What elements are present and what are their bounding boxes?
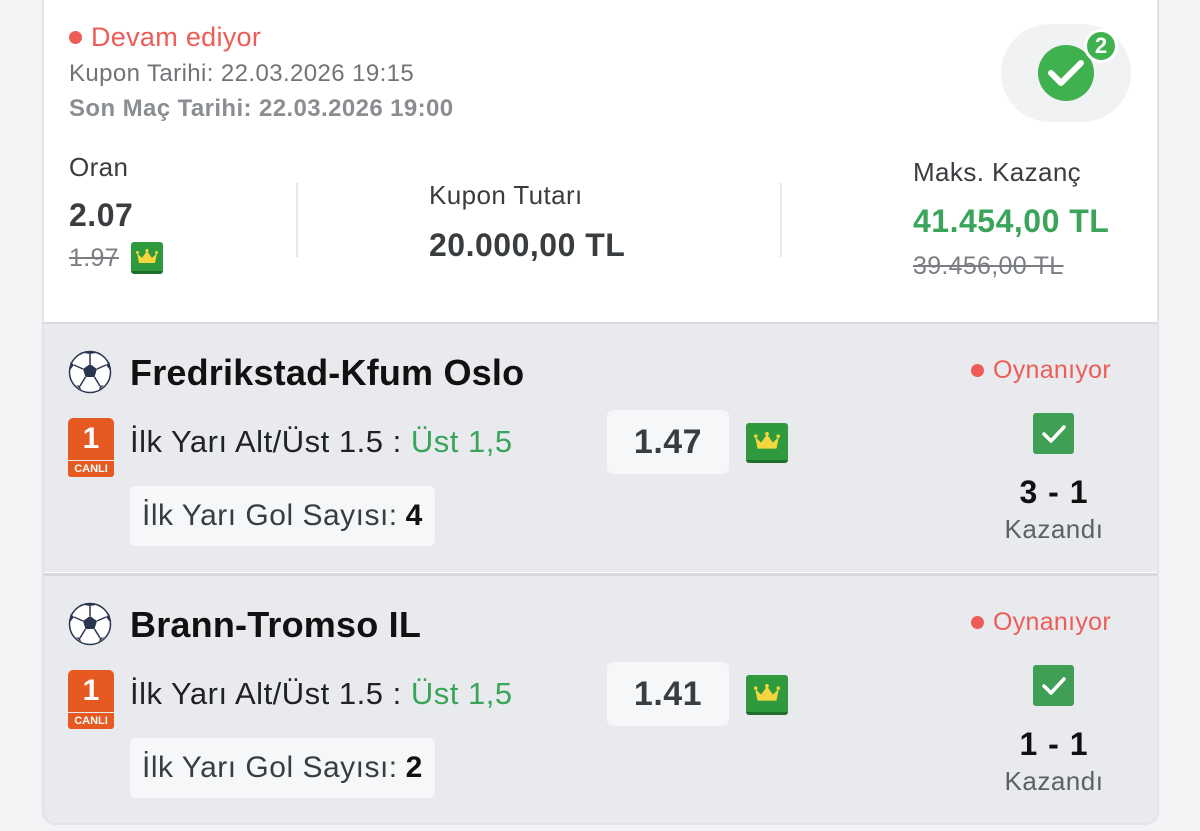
coupon-card: Devam ediyor Kupon Tarihi: 22.03.2026 19… [42, 0, 1159, 825]
info-value: 4 [405, 499, 423, 532]
divider [296, 183, 298, 257]
market-name: İlk Yarı Alt/Üst 1.5 : [130, 676, 402, 711]
match-status: Oynanıyor [970, 356, 1111, 385]
coupon-status-text: Devam ediyor [91, 22, 262, 52]
max-win-value: 41.454,00 TL [913, 203, 1110, 239]
max-win-old-value: 39.456,00 TL [913, 252, 1064, 280]
market-pick: Üst 1,5 [410, 424, 513, 459]
checkbox-checked-icon [1033, 665, 1074, 706]
match-teams: Fredrikstad-Kfum Oslo [130, 352, 525, 393]
info-label: İlk Yarı Gol Sayısı: [142, 751, 398, 784]
market-name: İlk Yarı Alt/Üst 1.5 : [130, 424, 402, 459]
checkmark-icon: 2 [1038, 29, 1118, 101]
badge-count: 2 [1084, 29, 1118, 63]
live-number: 1 [68, 670, 114, 712]
amount-value: 20.000,00 TL [429, 227, 626, 263]
crown-icon [746, 423, 788, 463]
status-dot-icon [970, 616, 984, 629]
crown-icon [746, 675, 788, 715]
amount-stat: Kupon Tutarı 20.000,00 TL [429, 180, 625, 264]
last-match-date: Son Maç Tarihi: 22.03.2026 19:00 [69, 95, 454, 122]
match-score: 3 - 1 [1019, 474, 1089, 510]
match-row[interactable]: Brann-Tromso IL Oynanıyor 1 CANLI İlk Ya… [44, 573, 1157, 823]
odds-value: 2.07 [69, 197, 134, 233]
market-line: İlk Yarı Alt/Üst 1.5 : Üst 1,5 [130, 676, 513, 712]
live-label: CANLI [68, 713, 114, 729]
match-status-text: Oynanıyor [992, 608, 1111, 636]
live-label: CANLI [68, 461, 114, 477]
match-status-text: Oynanıyor [992, 356, 1111, 384]
odds-label: Oran [69, 152, 129, 182]
max-win-label: Maks. Kazanç [913, 157, 1082, 187]
status-dot-icon [970, 364, 984, 377]
coupon-date: Kupon Tarihi: 22.03.2026 19:15 [69, 60, 415, 87]
odd-value: 1.47 [607, 410, 729, 474]
odds-old-value: 1.97 [69, 243, 119, 272]
status-dot-icon [69, 31, 82, 44]
match-row[interactable]: Fredrikstad-Kfum Oslo Oynanıyor 1 CANLI … [44, 322, 1157, 572]
match-result: Kazandı [1004, 766, 1104, 796]
live-badge-icon: 1 CANLI [68, 418, 114, 477]
max-win-stat: Maks. Kazanç 41.454,00 TL 39.456,00 TL [913, 157, 1131, 281]
match-status: Oynanıyor [970, 608, 1111, 637]
info-value: 2 [405, 751, 423, 784]
live-badge-icon: 1 CANLI [68, 670, 114, 729]
amount-label: Kupon Tutarı [429, 180, 583, 210]
coupon-status: Devam ediyor [69, 22, 261, 53]
match-result: Kazandı [1004, 514, 1104, 544]
market-line: İlk Yarı Alt/Üst 1.5 : Üst 1,5 [130, 424, 513, 460]
coupon-header: Devam ediyor Kupon Tarihi: 22.03.2026 19… [44, 0, 1157, 322]
first-half-goal-count: İlk Yarı Gol Sayısı: 2 [130, 738, 435, 798]
divider [780, 183, 782, 257]
soccer-ball-icon [68, 350, 112, 394]
match-score: 1 - 1 [1019, 726, 1089, 762]
odd-value: 1.41 [607, 662, 729, 726]
selection-count-badge[interactable]: 2 [1001, 24, 1131, 122]
crown-icon [130, 242, 163, 274]
first-half-goal-count: İlk Yarı Gol Sayısı: 4 [130, 486, 435, 546]
live-number: 1 [68, 418, 114, 460]
checkbox-checked-icon [1033, 413, 1074, 454]
odds-stat: Oran 2.07 1.97 [69, 152, 163, 274]
match-teams: Brann-Tromso IL [130, 604, 422, 645]
market-pick: Üst 1,5 [410, 676, 513, 711]
soccer-ball-icon [68, 602, 112, 646]
info-label: İlk Yarı Gol Sayısı: [142, 499, 398, 532]
